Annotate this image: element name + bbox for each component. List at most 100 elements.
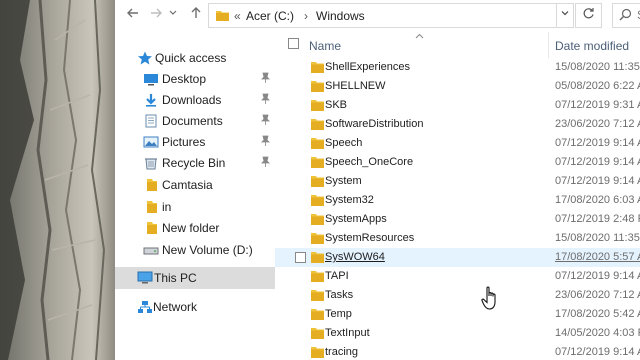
file-name[interactable]: System [325,175,362,187]
nav-label: Camtasia [162,178,213,192]
address-bar[interactable]: « Acer (C:) › Windows [208,3,574,28]
up-button[interactable] [187,6,205,24]
file-name[interactable]: ShellExperiences [325,61,410,73]
breadcrumb-windows[interactable]: Windows [316,9,365,23]
nav-new-volume-d[interactable]: New Volume (D:) [115,240,275,261]
nav-label: Recycle Bin [162,156,226,170]
file-name[interactable]: Speech [325,137,362,149]
date-modified: 07/12/2019 9:14 A [555,346,640,358]
drive-icon [143,247,159,255]
nav-label: New folder [162,221,220,235]
recycle-bin-icon [145,158,157,170]
table-row[interactable]: SoftwareDistribution 23/06/2020 7:12 A [275,115,640,134]
nav-label: Network [153,300,198,314]
folder-icon [311,290,324,301]
folder-icon [311,214,324,225]
refresh-icon [583,8,594,19]
nav-camtasia[interactable]: Camtasia [115,175,275,196]
folder-icon [311,271,324,282]
nav-network[interactable]: Network [115,297,275,318]
table-row[interactable]: Speech_OneCore 07/12/2019 9:14 A [275,153,640,172]
nav-recycle-bin[interactable]: Recycle Bin [115,153,275,174]
table-row[interactable]: Tasks 23/06/2020 7:12 A [275,286,640,305]
file-name[interactable]: System32 [325,194,374,206]
file-name[interactable]: SKB [325,99,347,111]
date-modified: 23/06/2020 7:12 A [555,289,640,301]
date-modified: 15/08/2020 11:35 [555,232,640,244]
desktop-wallpaper [0,0,115,360]
file-name[interactable]: Speech_OneCore [325,156,413,168]
breadcrumb-drive[interactable]: Acer (C:) [246,9,294,23]
file-name[interactable]: SysWOW64 [325,251,385,263]
address-history-button[interactable] [556,3,574,28]
table-row[interactable]: TAPI 07/12/2019 9:14 A [275,267,640,286]
folder-icon [311,195,324,206]
folder-icon [311,138,324,149]
file-list: Name Date modified ShellExperiences 15/08… [275,32,640,360]
nav-pictures[interactable]: Pictures [115,132,275,153]
forward-button[interactable] [147,6,165,24]
folder-icon [311,347,324,358]
nav-label: Downloads [162,93,222,107]
column-divider[interactable] [548,32,549,58]
table-row[interactable]: TextInput 14/05/2020 4:03 P [275,324,640,343]
folder-icon [311,81,324,92]
pin-icon[interactable] [261,156,270,170]
refresh-button[interactable] [575,3,602,28]
wallpaper-rock-image [0,0,115,360]
pin-icon[interactable] [261,114,270,128]
table-row[interactable]: tracing 07/12/2019 9:14 A [275,343,640,360]
table-row[interactable]: SystemResources 15/08/2020 11:35 [275,229,640,248]
nav-new-folder[interactable]: New folder [115,218,275,239]
table-row[interactable]: SKB 07/12/2019 9:31 A [275,96,640,115]
folder-icon [147,201,157,213]
folder-icon [311,233,324,244]
table-row[interactable]: SystemApps 07/12/2019 2:48 P [275,210,640,229]
nav-documents[interactable]: Documents [115,111,275,132]
file-name[interactable]: SystemResources [325,232,414,244]
file-name[interactable]: TextInput [325,327,370,339]
file-name[interactable]: Temp [325,308,352,320]
table-row[interactable]: SysWOW64 17/08/2020 5:57 A [275,248,640,267]
address-overflow[interactable]: « [234,9,241,23]
file-explorer-window: « Acer (C:) › Windows Quick access Deskt… [115,0,640,360]
date-modified-column-header[interactable]: Date modified [555,39,629,53]
nav-this-pc[interactable]: This PC [115,267,275,289]
file-name[interactable]: SystemApps [325,213,387,225]
table-row[interactable]: ShellExperiences 15/08/2020 11:35 [275,58,640,77]
name-column-header[interactable]: Name [309,39,341,53]
pin-icon[interactable] [261,72,270,86]
file-name[interactable]: SHELLNEW [325,80,386,92]
table-row[interactable]: System 07/12/2019 9:14 A [275,172,640,191]
date-modified: 07/12/2019 9:14 A [555,137,640,149]
folder-icon [311,176,324,187]
nav-quick-access[interactable]: Quick access [115,48,275,69]
table-row[interactable]: Temp 17/08/2020 5:42 A [275,305,640,324]
date-modified: 07/12/2019 9:14 A [555,175,640,187]
table-row[interactable]: Speech 07/12/2019 9:14 A [275,134,640,153]
pin-icon[interactable] [261,135,270,149]
select-all-checkbox[interactable] [288,38,299,49]
row-checkbox[interactable] [295,252,306,263]
breadcrumb-separator[interactable]: › [304,9,308,23]
file-name[interactable]: tracing [325,346,358,358]
folder-icon [147,222,157,234]
date-modified: 17/08/2020 6:03 A [555,194,640,206]
date-modified: 17/08/2020 5:42 A [555,308,640,320]
back-button[interactable] [124,6,142,24]
recent-locations-button[interactable] [167,6,179,24]
desktop-icon [144,74,158,86]
nav-desktop[interactable]: Desktop [115,69,275,90]
file-name[interactable]: SoftwareDistribution [325,118,423,130]
nav-label: Quick access [155,51,227,65]
folder-icon [311,157,324,168]
file-name[interactable]: TAPI [325,270,349,282]
pin-icon[interactable] [261,93,270,107]
search-box[interactable] [612,3,640,28]
nav-downloads[interactable]: Downloads [115,90,275,111]
table-row[interactable]: SHELLNEW 05/08/2020 6:22 A [275,77,640,96]
table-row[interactable]: System32 17/08/2020 6:03 A [275,191,640,210]
navigation-pane: Quick access Desktop Downloads Documents [115,32,275,360]
file-name[interactable]: Tasks [325,289,353,301]
nav-in[interactable]: in [115,197,275,218]
